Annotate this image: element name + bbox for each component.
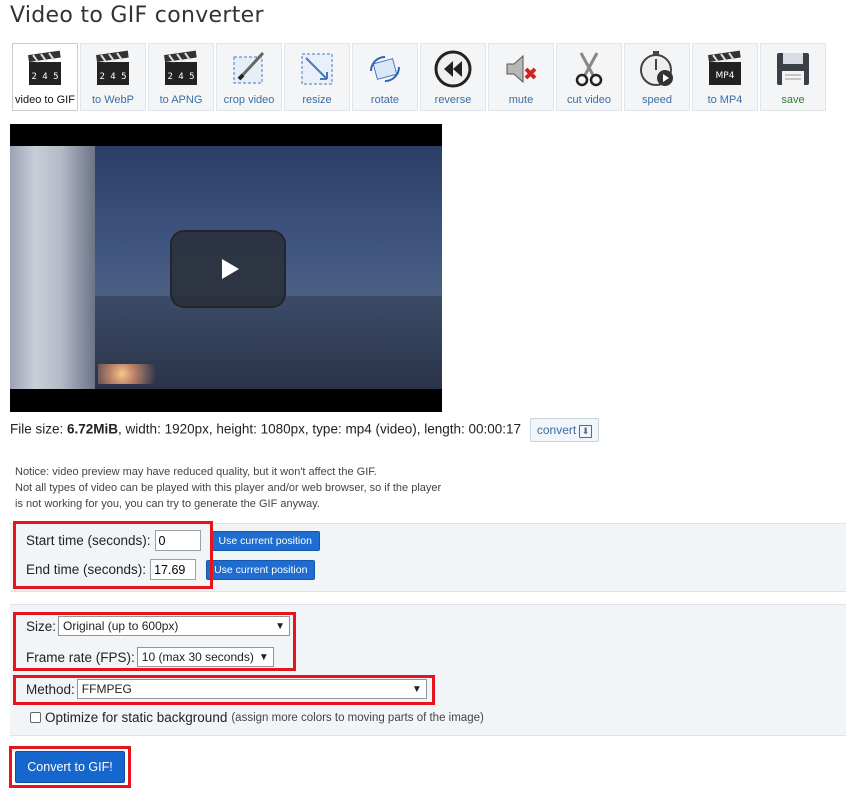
method-label: Method: — [26, 681, 75, 697]
tool-label: to APNG — [159, 94, 203, 106]
fps-select[interactable]: 10 (max 30 seconds) ▼ — [136, 647, 274, 667]
notice-text: Notice: video preview may have reduced q… — [15, 464, 485, 512]
file-size: 6.72MiB — [67, 421, 119, 437]
file-info-prefix: File size: — [10, 421, 68, 437]
mute-icon — [500, 48, 542, 90]
start-time-row: Start time (seconds): Use current positi… — [26, 530, 320, 551]
svg-text:2 4 5: 2 4 5 — [99, 72, 126, 82]
tool-label: save — [781, 94, 805, 106]
tool-save[interactable]: save — [760, 43, 826, 111]
tool-rotate[interactable]: rotate — [352, 43, 418, 111]
tool-to-apng[interactable]: 2 4 5 to APNG — [148, 43, 214, 111]
method-select-value: FFMPEG — [81, 682, 132, 696]
tool-video-to-gif[interactable]: 2 4 5 video to GIF — [12, 43, 78, 111]
tool-resize[interactable]: resize — [284, 43, 350, 111]
size-row: Size: Original (up to 600px) ▼ — [26, 616, 291, 636]
clapperboard-mp4-icon: MP4 — [704, 48, 746, 90]
svg-text:MP4: MP4 — [716, 71, 735, 81]
start-time-label: Start time (seconds): — [26, 533, 151, 548]
video-player[interactable] — [10, 124, 442, 412]
fps-row: Frame rate (FPS): 10 (max 30 seconds) ▼ — [26, 647, 274, 667]
stopwatch-icon — [636, 48, 678, 90]
tool-label: mute — [508, 94, 534, 106]
tool-toolbar: 2 4 5 video to GIF 2 4 5 to WebP 2 4 5 t… — [12, 43, 826, 113]
clapperboard-icon: 2 4 5 — [92, 48, 134, 90]
convert-button[interactable]: convert ⬇ — [529, 418, 600, 442]
svg-text:2 4 5: 2 4 5 — [31, 72, 58, 82]
method-select[interactable]: FFMPEG ▼ — [76, 679, 427, 699]
clapperboard-icon: 2 4 5 — [160, 48, 202, 90]
size-label: Size: — [26, 618, 57, 634]
optimize-checkbox[interactable] — [30, 712, 41, 723]
size-select-value: Original (up to 600px) — [63, 619, 179, 633]
optimize-row: Optimize for static background (assign m… — [30, 710, 484, 725]
video-scene-lights — [98, 364, 178, 384]
tool-label: rotate — [370, 94, 400, 106]
optimize-label[interactable]: Optimize for static background — [45, 710, 227, 725]
use-current-position-start-button[interactable]: Use current position — [210, 530, 320, 551]
tool-label: to MP4 — [707, 94, 743, 106]
chevron-down-icon: ▼ — [258, 651, 269, 663]
rotate-icon — [364, 48, 406, 90]
chevron-down-icon: ▼ — [275, 620, 286, 632]
use-current-position-end-button[interactable]: Use current position — [206, 559, 316, 580]
tool-crop-video[interactable]: crop video — [216, 43, 282, 111]
end-time-input[interactable] — [150, 559, 197, 580]
tool-label: reverse — [434, 94, 472, 106]
tool-reverse[interactable]: reverse — [420, 43, 486, 111]
fps-select-value: 10 (max 30 seconds) — [141, 650, 254, 664]
chevron-down-icon: ▼ — [411, 683, 422, 695]
method-row: Method: FFMPEG ▼ — [26, 679, 427, 699]
reverse-icon — [432, 48, 474, 90]
tool-to-webp[interactable]: 2 4 5 to WebP — [80, 43, 146, 111]
file-details: , width: 1920px, height: 1080px, type: m… — [118, 421, 522, 437]
tool-label: video to GIF — [15, 94, 75, 106]
tool-label: to WebP — [92, 94, 134, 106]
size-select[interactable]: Original (up to 600px) ▼ — [58, 616, 291, 636]
floppy-disk-icon — [772, 48, 814, 90]
resize-icon — [296, 48, 338, 90]
start-time-input[interactable] — [154, 530, 201, 551]
convert-label: convert — [536, 423, 577, 437]
play-icon — [221, 259, 239, 279]
file-info: File size: 6.72MiB, width: 1920px, heigh… — [10, 418, 600, 442]
convert-to-gif-button[interactable]: Convert to GIF! — [15, 751, 125, 783]
notice-line: is not working for you, you can try to g… — [15, 498, 320, 510]
fps-label: Frame rate (FPS): — [26, 649, 135, 665]
svg-text:2 4 5: 2 4 5 — [167, 72, 194, 82]
optimize-note: (assign more colors to moving parts of t… — [231, 711, 484, 724]
notice-line: Notice: video preview may have reduced q… — [15, 466, 377, 478]
tool-label: cut video — [566, 94, 612, 106]
page-title: Video to GIF converter — [10, 3, 264, 28]
end-time-row: End time (seconds): Use current position — [26, 559, 316, 580]
video-scene-wall — [10, 146, 95, 389]
play-button[interactable] — [170, 230, 286, 308]
tool-to-mp4[interactable]: MP4 to MP4 — [692, 43, 758, 111]
download-icon: ⬇ — [579, 425, 593, 438]
scissors-icon — [568, 48, 610, 90]
crop-icon — [228, 48, 270, 90]
tool-label: resize — [302, 94, 332, 106]
tool-speed[interactable]: speed — [624, 43, 690, 111]
tool-mute[interactable]: mute — [488, 43, 554, 111]
end-time-label: End time (seconds): — [26, 562, 147, 577]
tool-label: speed — [642, 94, 672, 106]
tool-label: crop video — [223, 94, 275, 106]
clapperboard-icon: 2 4 5 — [24, 48, 66, 90]
tool-cut-video[interactable]: cut video — [556, 43, 622, 111]
notice-line: Not all types of video can be played wit… — [15, 482, 442, 494]
